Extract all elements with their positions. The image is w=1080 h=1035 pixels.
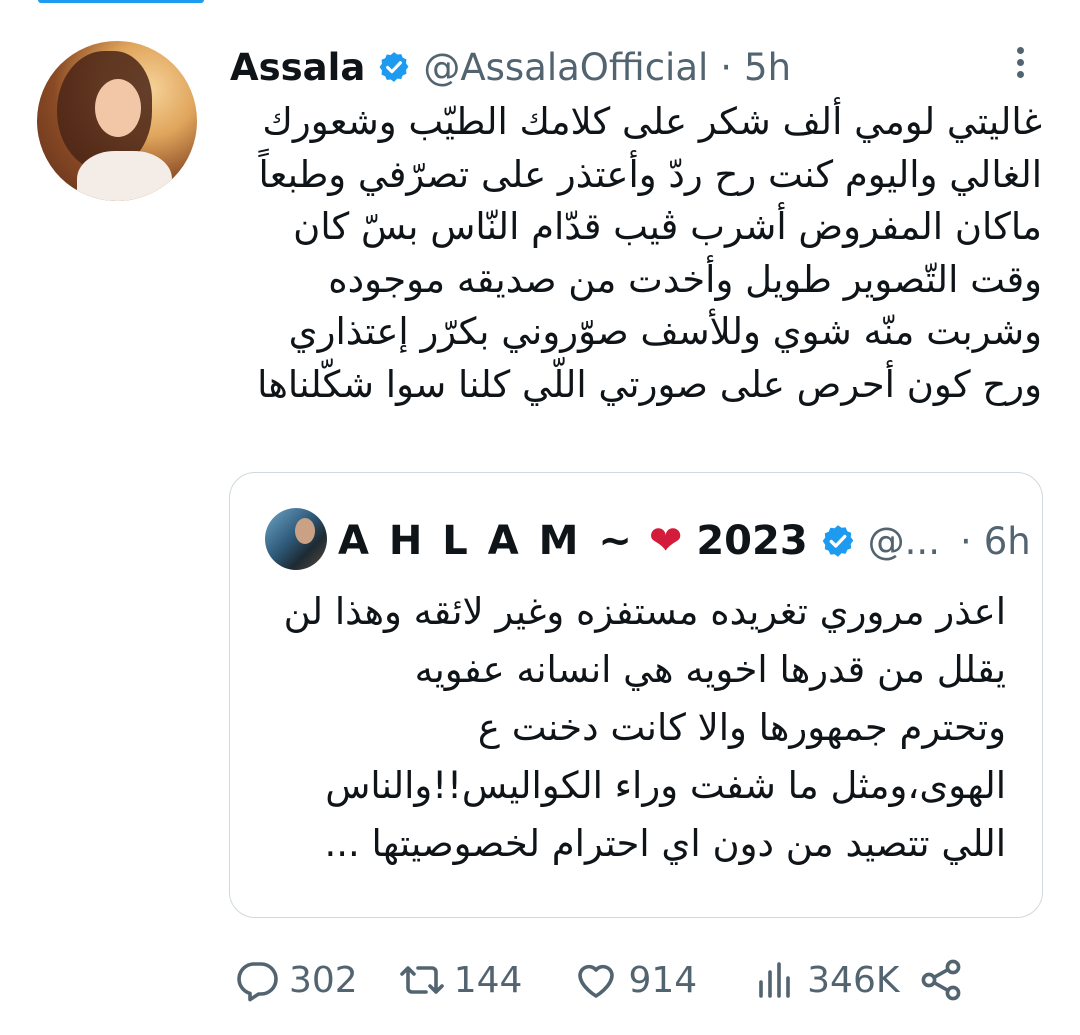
- quoted-author-avatar: [265, 508, 327, 570]
- tweet-header: Assala @AssalaOfficial · 5h: [230, 42, 791, 92]
- verified-badge-icon: [379, 52, 409, 82]
- tweet-line: ورح كون أحرص على صورتي اللّي كلنا سوا شك…: [257, 362, 1042, 406]
- tweet-line: غاليتي لومي ألف شكر على كلامك الطيّب وشع…: [262, 100, 1042, 143]
- like-count: 914: [628, 959, 698, 1001]
- action-bar: 302 144 914 346K: [233, 950, 973, 1010]
- quoted-line: يقلل من قدرها اخويه هي انسانه عفويه: [414, 648, 1006, 691]
- reply-count: 302: [289, 959, 358, 1001]
- quoted-line: اللي تتصيد من دون اي احترام لخصوصيتها ..…: [324, 822, 1006, 865]
- quoted-author-year: 2023: [696, 518, 808, 564]
- more-vertical-icon[interactable]: [1008, 42, 1032, 82]
- retweet-icon: [399, 966, 444, 994]
- tweet-line: الغالي واليوم كنت رح ردّ وأعتذر على تصرّ…: [258, 152, 1042, 196]
- views-count: 346K: [807, 959, 900, 1001]
- top-indicator: [38, 0, 204, 3]
- retweet-button[interactable]: 144: [398, 956, 523, 1004]
- views-button[interactable]: 346K: [751, 956, 899, 1004]
- quoted-author-name: A H L A M ~: [338, 518, 635, 564]
- separator-dot: ·: [720, 45, 733, 89]
- tweet-time[interactable]: 5h: [744, 46, 791, 89]
- author-handle[interactable]: @AssalaOfficial: [423, 46, 708, 89]
- quoted-author-handle: @...: [867, 519, 940, 563]
- quoted-tweet-time: 6h: [983, 519, 1031, 563]
- quoted-tweet-card[interactable]: A H L A M ~ ❤ 2023 @... · 6h اعذر مروري …: [229, 472, 1043, 918]
- separator-dot: ·: [959, 519, 972, 563]
- reply-icon: [237, 962, 278, 1002]
- quoted-line: اعذر مروري تغريده مستفزه وغير لائقه وهذا…: [283, 590, 1006, 633]
- tweet-line: وشربت منّه شوي وللأسف صوّروني بكرّر إعتذ…: [288, 310, 1042, 353]
- retweet-count: 144: [453, 959, 523, 1001]
- reply-button[interactable]: 302: [233, 956, 358, 1004]
- author-name[interactable]: Assala: [230, 46, 365, 89]
- share-button[interactable]: [917, 956, 973, 1004]
- tweet-line: ماكان المفروض أشرب ڤيب قدّام النّاس بسّ …: [293, 205, 1042, 248]
- heart-icon: [578, 964, 615, 998]
- tweet-line: وقت التّصوير طويل وأخدت من صديقه موجوده: [328, 257, 1042, 301]
- quoted-tweet-text: اعذر مروري تغريده مستفزه وغير لائقه وهذا…: [266, 583, 1006, 873]
- author-avatar[interactable]: [37, 41, 197, 201]
- tweet-text: غاليتي لومي ألف شكر على كلامك الطيّب وشع…: [212, 96, 1042, 411]
- views-icon: [759, 962, 790, 998]
- verified-badge-icon: [822, 525, 853, 557]
- quoted-tweet-header: A H L A M ~ ❤ 2023 @... · 6h: [338, 513, 1031, 569]
- quoted-line: وتحترم جمهورها والا كانت دخنت ع: [477, 706, 1006, 749]
- share-icon: [922, 959, 961, 1001]
- like-button[interactable]: 914: [572, 956, 697, 1004]
- quoted-line: الهوى،ومثل ما شفت وراء الكواليس!!والناس: [325, 764, 1006, 807]
- heart-emoji: ❤: [648, 518, 683, 564]
